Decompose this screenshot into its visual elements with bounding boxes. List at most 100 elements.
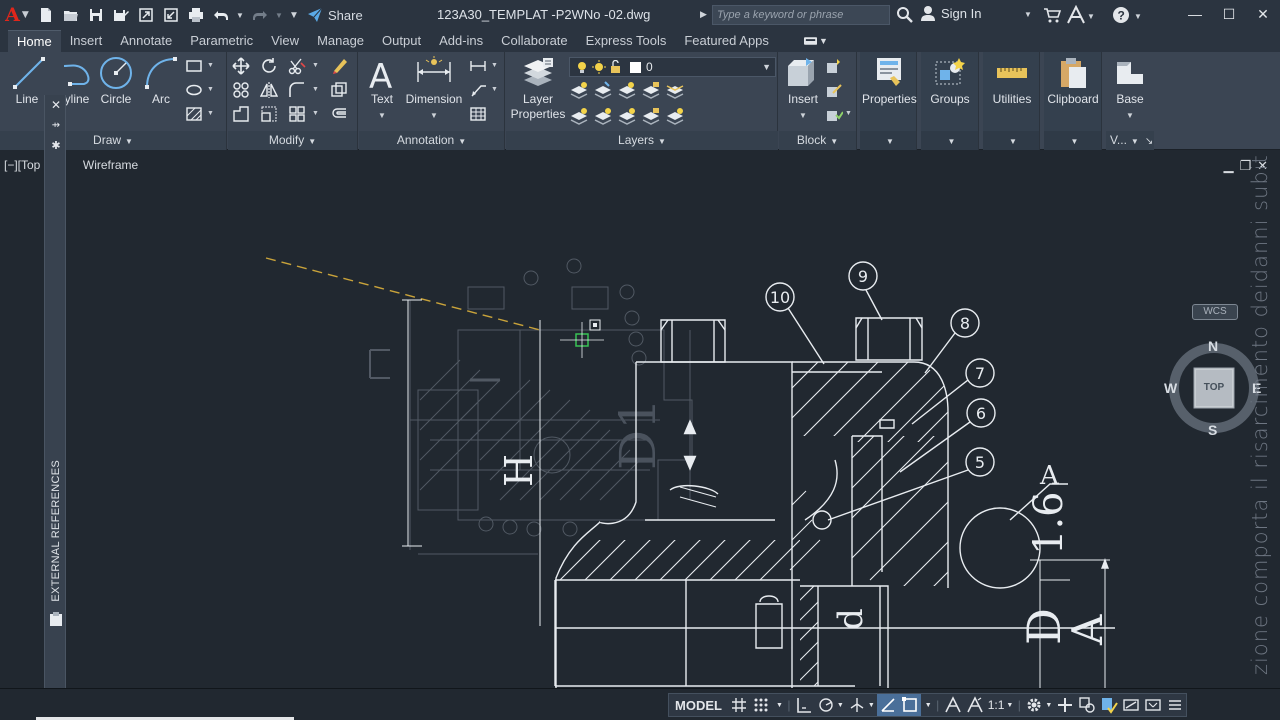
fillet-icon[interactable] (286, 80, 308, 100)
array-dropdown-icon[interactable]: ▼ (312, 110, 319, 117)
grid-icon[interactable] (728, 694, 750, 716)
scale-icon[interactable] (258, 104, 280, 124)
block-panel-title[interactable]: Block ▼ (779, 131, 856, 150)
polar-tracking-icon[interactable]: ▼ (815, 694, 846, 716)
groups-button[interactable]: Groups (923, 56, 977, 107)
groups-panel[interactable]: Groups ▼ (921, 52, 979, 150)
isolate-objects-icon[interactable] (1120, 694, 1142, 716)
maximize-icon[interactable]: ☐ (1212, 0, 1246, 28)
tab-collaborate[interactable]: Collaborate (492, 30, 577, 52)
snap-dropdown-icon[interactable]: ▼ (772, 694, 785, 716)
groups-panel-expand[interactable]: ▼ (921, 131, 978, 150)
save-as-icon[interactable] (109, 4, 132, 26)
annotation-panel-title[interactable]: Annotation ▼ (359, 131, 504, 150)
layer-properties-button[interactable]: Layer Properties (508, 56, 568, 122)
workspace-gear-icon[interactable]: ▼ (1023, 694, 1054, 716)
text-button[interactable]: A Text ▼ (367, 56, 397, 123)
tab-home[interactable]: Home (8, 30, 61, 52)
share-button[interactable]: Share (307, 7, 363, 23)
sign-in-button[interactable]: Sign In (920, 5, 981, 21)
annotation-visibility-icon[interactable] (942, 694, 964, 716)
ortho-icon[interactable] (793, 694, 815, 716)
erase-icon[interactable] (328, 56, 350, 76)
drawing-canvas[interactable]: D1 10 9 8 7 6 5 H d D A 1.6 A [−][Top Wi… (0, 152, 1280, 688)
close-icon[interactable]: ✕ (1246, 0, 1280, 28)
utilities-button[interactable]: Utilities (985, 56, 1039, 107)
viewcube-top-face[interactable]: TOP (1196, 382, 1232, 393)
tab-output[interactable]: Output (373, 30, 430, 52)
base-view-button[interactable]: Base ▼ (1110, 56, 1150, 123)
external-references-palette[interactable]: ✕ ⇸ ✱ EXTERNAL REFERENCES (44, 95, 66, 688)
wcs-menu[interactable]: WCS (1192, 304, 1238, 320)
help-icon[interactable]: ? ▼ (1112, 5, 1146, 28)
clipboard-panel[interactable]: Clipboard ▼ (1044, 52, 1102, 150)
save-icon[interactable] (84, 4, 107, 26)
circle-button[interactable]: Circle (99, 56, 133, 107)
tab-add-ins[interactable]: Add-ins (430, 30, 492, 52)
ellipse-icon[interactable] (183, 80, 205, 100)
cart-icon[interactable] (1043, 6, 1062, 27)
move-icon[interactable] (230, 56, 252, 76)
offset-icon[interactable] (328, 104, 350, 124)
viewcube-north[interactable]: N (1208, 338, 1218, 354)
mirror-icon[interactable] (258, 80, 280, 100)
layer-dropdown[interactable]: 0 ▼ (569, 57, 776, 77)
clipboard-button[interactable]: Clipboard (1046, 56, 1100, 107)
search-icon[interactable] (896, 6, 914, 27)
object-snap-tracking-icon[interactable] (876, 694, 899, 716)
application-menu-button[interactable]: A ▼ (0, 0, 34, 30)
save-to-web-icon[interactable] (159, 4, 182, 26)
search-input[interactable]: Type a keyword or phrase (712, 5, 890, 25)
stretch-icon[interactable] (230, 104, 252, 124)
undo-dropdown-icon[interactable]: ▼ (234, 4, 246, 26)
copy-icon[interactable] (230, 80, 252, 100)
properties-button[interactable]: Properties (862, 56, 917, 107)
modify-panel-title[interactable]: Modify ▼ (228, 131, 357, 150)
fillet-dropdown-icon[interactable]: ▼ (312, 86, 319, 93)
layer-tool-icons[interactable] (570, 81, 684, 125)
tab-insert[interactable]: Insert (61, 30, 112, 52)
ribbon-minimize-icon[interactable]: ▼ (803, 34, 828, 48)
hatch-dropdown-icon[interactable]: ▼ (207, 110, 214, 117)
tab-manage[interactable]: Manage (308, 30, 373, 52)
annotation-monitor-icon[interactable] (1054, 694, 1076, 716)
properties-panel-expand[interactable]: ▼ (860, 131, 916, 150)
linear-dim-icon[interactable] (467, 56, 489, 76)
cad-drawing[interactable]: D1 10 9 8 7 6 5 H d D A 1.6 A (0, 152, 1280, 688)
annotation-scale-button[interactable]: 1:1 ▼ (986, 694, 1016, 716)
ellipse-dropdown-icon[interactable]: ▼ (207, 86, 214, 93)
explode-icon[interactable] (328, 80, 350, 100)
tab-view[interactable]: View (262, 30, 308, 52)
arc-button[interactable]: Arc (144, 56, 178, 107)
palette-close-icon[interactable]: ✕ (45, 95, 67, 115)
model-space-button[interactable]: MODEL (669, 694, 728, 716)
utilities-panel[interactable]: Utilities ▼ (983, 52, 1040, 150)
open-folder-icon[interactable] (59, 4, 82, 26)
array-icon[interactable] (286, 104, 308, 124)
table-icon[interactable] (467, 104, 489, 124)
autodesk-app-store-icon[interactable]: ▼ (1066, 4, 1096, 28)
tab-annotate[interactable]: Annotate (111, 30, 181, 52)
rotate-icon[interactable] (258, 56, 280, 76)
viewport-minimize-icon[interactable]: ▁ (1223, 158, 1233, 174)
units-icon[interactable] (1076, 694, 1098, 716)
clipboard-tab-icon[interactable] (48, 611, 64, 630)
customization-menu-icon[interactable] (1164, 694, 1186, 716)
redo-dropdown-icon[interactable]: ▼ (273, 4, 285, 26)
object-snap-dropdown-icon[interactable]: ▼ (921, 694, 934, 716)
minimize-icon[interactable]: — (1178, 0, 1212, 28)
utilities-panel-expand[interactable]: ▼ (983, 131, 1039, 150)
new-file-icon[interactable] (34, 4, 57, 26)
isodraft-icon[interactable]: ▼ (846, 694, 877, 716)
plot-printer-icon[interactable] (184, 4, 207, 26)
hatch-icon[interactable] (183, 104, 205, 124)
create-block-icon[interactable] (823, 56, 845, 76)
tab-parametric[interactable]: Parametric (181, 30, 262, 52)
viewport-controls-label[interactable]: [−][Top─────Wireframe (4, 158, 138, 172)
tab-featured-apps[interactable]: Featured Apps (675, 30, 778, 52)
properties-panel[interactable]: Properties ▼ (860, 52, 917, 150)
view-panel-title[interactable]: V... ▼ ↘ (1106, 131, 1154, 150)
object-snap-icon[interactable] (898, 694, 921, 716)
undo-icon[interactable] (209, 4, 232, 26)
draw-panel-title[interactable]: Draw ▼ (0, 131, 226, 150)
